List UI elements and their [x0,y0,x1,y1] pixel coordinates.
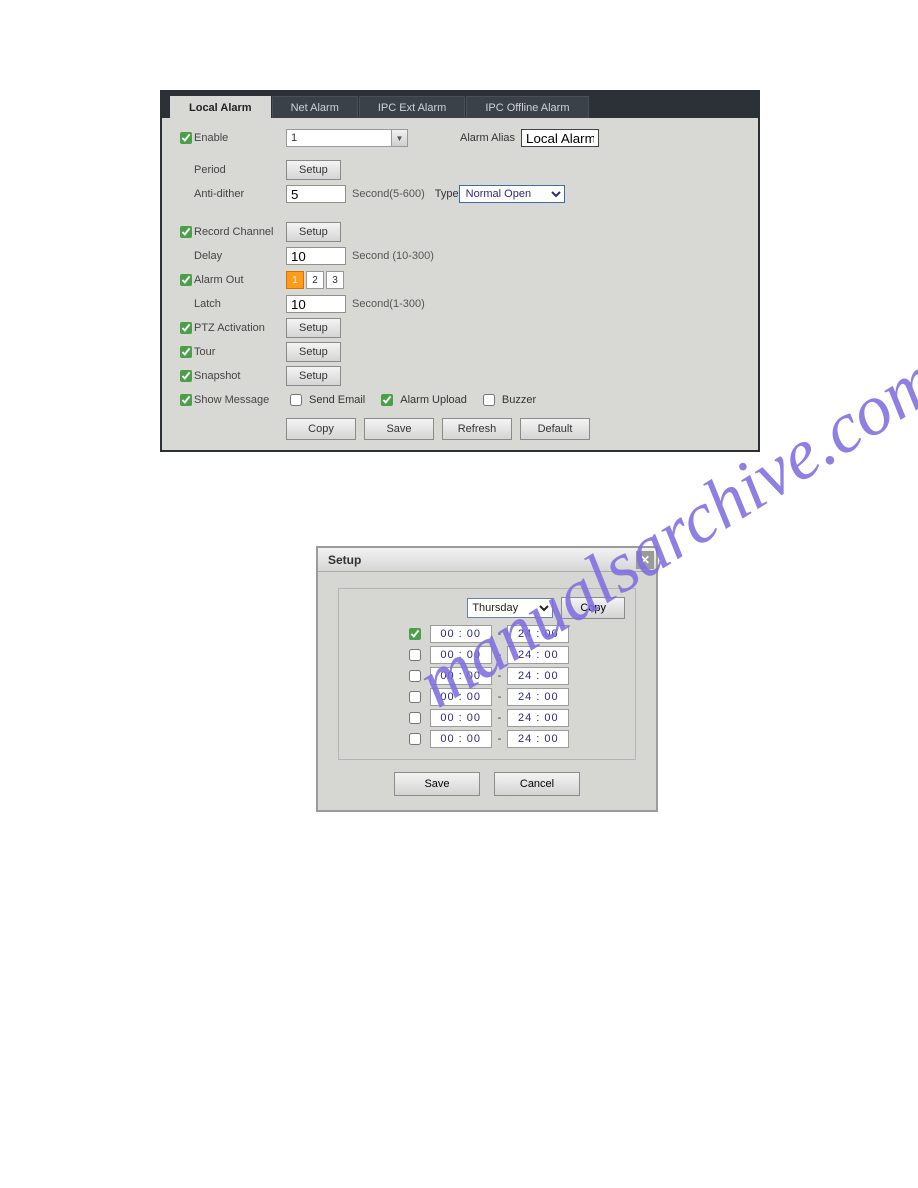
buzzer-checkbox[interactable] [483,394,495,406]
save-button[interactable]: Save [364,418,434,440]
alarm-out-3[interactable]: 3 [326,271,344,289]
dialog-title-bar: Setup ✕ [318,548,656,572]
tab-net-alarm[interactable]: Net Alarm [272,96,358,118]
dropdown-arrow-icon: ▼ [391,130,407,146]
ptz-label: PTZ Activation [194,322,286,334]
alarm-alias-label: Alarm Alias [460,132,515,144]
period-row: 00 : 00-24 : 00 [349,667,625,685]
period-setup-button[interactable]: Setup [286,160,341,180]
tab-bar: Local Alarm Net Alarm IPC Ext Alarm IPC … [162,92,758,118]
snapshot-setup-button[interactable]: Setup [286,366,341,386]
dialog-copy-button[interactable]: Copy [561,597,625,619]
period-enable-checkbox[interactable] [409,628,421,640]
form-body: Enable 1 ▼ Alarm Alias Period Setup Anti… [162,118,758,450]
tab-local-alarm[interactable]: Local Alarm [170,96,271,118]
alarm-out-1[interactable]: 1 [286,271,304,289]
dialog-actions: Save Cancel [338,772,636,796]
period-to-input[interactable]: 24 : 00 [507,625,569,643]
ptz-checkbox[interactable] [180,322,192,334]
send-email-checkbox[interactable] [290,394,302,406]
setup-dialog: Setup ✕ Thursday Copy 00 : 00-24 : 0000 … [316,546,658,812]
period-to-input[interactable]: 24 : 00 [507,646,569,664]
period-to-input[interactable]: 24 : 00 [507,730,569,748]
period-from-input[interactable]: 00 : 00 [430,625,492,643]
enable-value: 1 [291,132,297,144]
period-row: 00 : 00-24 : 00 [349,646,625,664]
alarm-alias-input[interactable] [521,129,599,147]
snapshot-checkbox[interactable] [180,370,192,382]
show-message-checkbox[interactable] [180,394,192,406]
latch-hint: Second(1-300) [352,298,425,310]
show-message-label: Show Message [194,394,286,406]
period-row: 00 : 00-24 : 00 [349,730,625,748]
alarm-upload-checkbox[interactable] [381,394,393,406]
alarm-out-label: Alarm Out [194,274,286,286]
type-select[interactable]: Normal Open [459,185,565,203]
dash-separator: - [498,712,502,724]
period-enable-checkbox[interactable] [409,670,421,682]
delay-label: Delay [194,250,286,262]
copy-button[interactable]: Copy [286,418,356,440]
period-enable-checkbox[interactable] [409,649,421,661]
period-from-input[interactable]: 00 : 00 [430,646,492,664]
enable-label: Enable [194,132,286,144]
record-channel-label: Record Channel [194,226,286,238]
anti-dither-label: Anti-dither [194,188,286,200]
latch-input[interactable] [286,295,346,313]
send-email-label: Send Email [309,394,365,406]
record-channel-setup-button[interactable]: Setup [286,222,341,242]
dialog-cancel-button[interactable]: Cancel [494,772,580,796]
period-label: Period [194,164,286,176]
period-from-input[interactable]: 00 : 00 [430,667,492,685]
default-button[interactable]: Default [520,418,590,440]
buzzer-label: Buzzer [502,394,536,406]
close-icon[interactable]: ✕ [636,551,654,569]
tour-checkbox[interactable] [180,346,192,358]
tab-ipc-ext-alarm[interactable]: IPC Ext Alarm [359,96,465,118]
latch-label: Latch [194,298,286,310]
tab-ipc-offline-alarm[interactable]: IPC Offline Alarm [466,96,588,118]
period-to-input[interactable]: 24 : 00 [507,709,569,727]
period-row: 00 : 00-24 : 00 [349,625,625,643]
dash-separator: - [498,628,502,640]
dialog-body: Thursday Copy 00 : 00-24 : 0000 : 00-24 … [318,572,656,810]
dash-separator: - [498,649,502,661]
period-to-input[interactable]: 24 : 00 [507,688,569,706]
period-enable-checkbox[interactable] [409,733,421,745]
period-enable-checkbox[interactable] [409,712,421,724]
dash-separator: - [498,691,502,703]
period-row: 00 : 00-24 : 00 [349,688,625,706]
delay-input[interactable] [286,247,346,265]
period-from-input[interactable]: 00 : 00 [430,688,492,706]
dash-separator: - [498,733,502,745]
tour-setup-button[interactable]: Setup [286,342,341,362]
delay-hint: Second (10-300) [352,250,434,262]
record-channel-checkbox[interactable] [180,226,192,238]
tour-label: Tour [194,346,286,358]
refresh-button[interactable]: Refresh [442,418,512,440]
dash-separator: - [498,670,502,682]
local-alarm-panel: Local Alarm Net Alarm IPC Ext Alarm IPC … [160,90,760,452]
enable-checkbox[interactable] [180,132,192,144]
alarm-out-2[interactable]: 2 [306,271,324,289]
dialog-save-button[interactable]: Save [394,772,480,796]
snapshot-label: Snapshot [194,370,286,382]
alarm-upload-label: Alarm Upload [400,394,467,406]
enable-dropdown[interactable]: 1 ▼ [286,129,408,147]
period-enable-checkbox[interactable] [409,691,421,703]
dialog-title: Setup [328,553,361,567]
anti-dither-input[interactable] [286,185,346,203]
anti-dither-hint: Second(5-600) [352,188,425,200]
day-select[interactable]: Thursday [467,598,553,618]
action-bar: Copy Save Refresh Default [286,418,744,440]
type-label: Type [435,188,459,200]
period-row: 00 : 00-24 : 00 [349,709,625,727]
period-to-input[interactable]: 24 : 00 [507,667,569,685]
period-from-input[interactable]: 00 : 00 [430,730,492,748]
alarm-out-checkbox[interactable] [180,274,192,286]
period-box: Thursday Copy 00 : 00-24 : 0000 : 00-24 … [338,588,636,760]
period-from-input[interactable]: 00 : 00 [430,709,492,727]
ptz-setup-button[interactable]: Setup [286,318,341,338]
